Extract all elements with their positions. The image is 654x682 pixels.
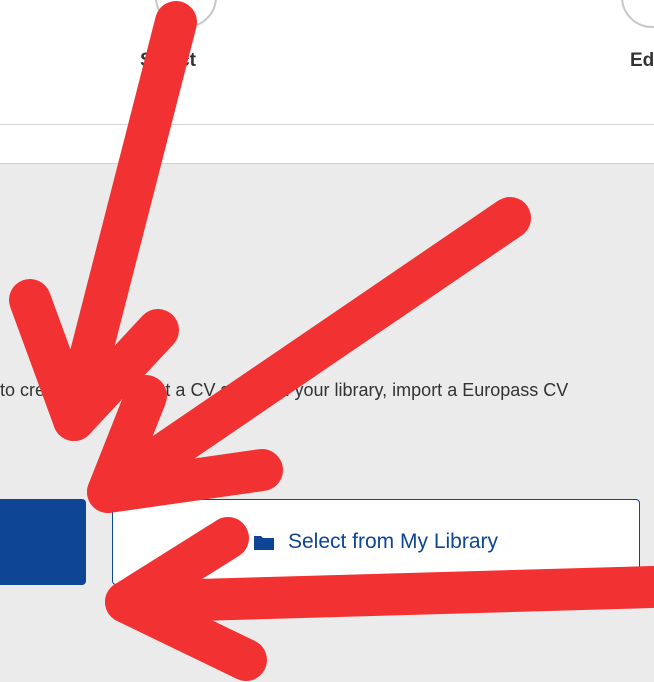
annotation-arrow-down-head (9, 279, 179, 441)
annotation-arrow-left (105, 566, 654, 623)
step-label-edit: Edit (630, 50, 654, 71)
folder-icon (253, 536, 274, 550)
step-circle-edit[interactable] (621, 0, 654, 28)
stepper: Select Edit (0, 0, 654, 125)
annotation-arrow-diagonal (87, 197, 531, 513)
select-from-library-button[interactable]: Select from My Library (112, 499, 640, 585)
create-new-button[interactable] (0, 499, 86, 585)
sub-header-bar (0, 125, 654, 164)
step-label-select: Select (140, 50, 196, 71)
instruction-text: to create a CV, select a CV stored in yo… (0, 380, 569, 400)
annotation-arrow-diagonal-head (87, 375, 283, 513)
step-circle-select[interactable] (155, 0, 217, 28)
select-from-library-label: Select from My Library (287, 530, 499, 553)
